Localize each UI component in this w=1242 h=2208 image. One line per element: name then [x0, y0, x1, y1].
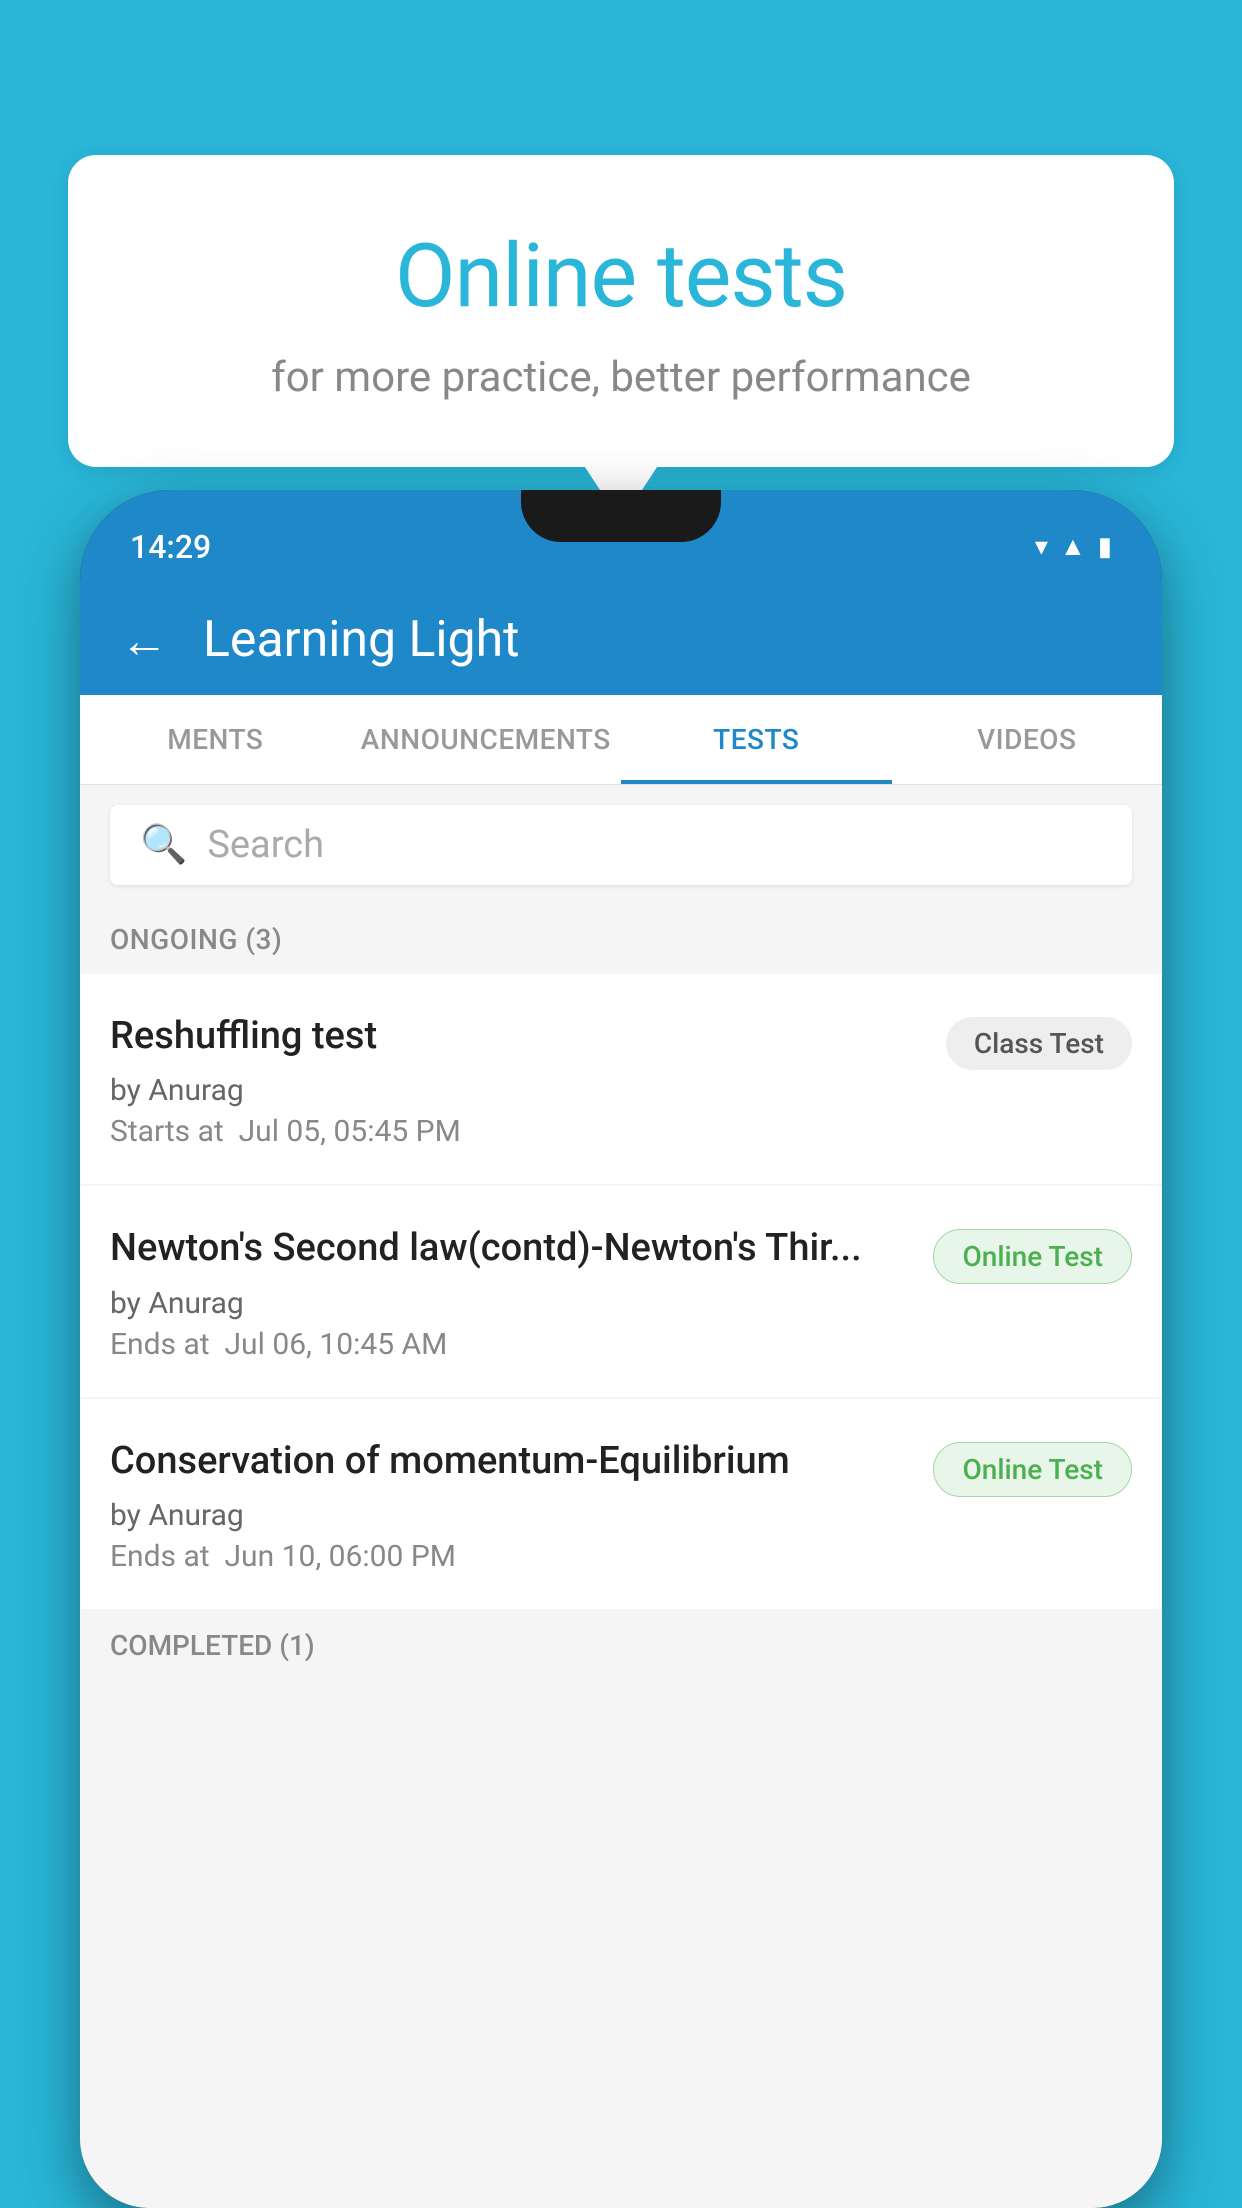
completed-section-header: COMPLETED (1) — [80, 1611, 1162, 1680]
test-info-2: Newton's Second law(contd)-Newton's Thir… — [110, 1224, 933, 1361]
test-info-1: Reshuffling test by Anurag Starts at Jul… — [110, 1012, 946, 1149]
status-bar: 14:29 ▾ ▲ ▮ — [80, 490, 1162, 585]
search-icon: 🔍 — [140, 823, 187, 867]
test-time-3: Ends at Jun 10, 06:00 PM — [110, 1539, 913, 1574]
test-item-3[interactable]: Conservation of momentum-Equilibrium by … — [80, 1399, 1162, 1609]
phone-frame: 14:29 ▾ ▲ ▮ ← Learning Light MENTS ANNOU… — [80, 490, 1162, 2208]
content-area: ONGOING (3) Reshuffling test by Anurag S… — [80, 905, 1162, 2208]
status-time: 14:29 — [130, 528, 211, 566]
search-bar[interactable]: 🔍 Search — [110, 805, 1132, 885]
badge-online-test-3: Online Test — [933, 1442, 1132, 1497]
test-item-1[interactable]: Reshuffling test by Anurag Starts at Jul… — [80, 974, 1162, 1184]
tab-announcements[interactable]: ANNOUNCEMENTS — [351, 695, 622, 784]
tab-tests[interactable]: TESTS — [621, 695, 892, 784]
search-container: 🔍 Search — [80, 785, 1162, 905]
test-name-2: Newton's Second law(contd)-Newton's Thir… — [110, 1224, 913, 1273]
app-title: Learning Light — [203, 611, 520, 669]
search-placeholder: Search — [207, 823, 324, 867]
test-time-2: Ends at Jul 06, 10:45 AM — [110, 1327, 913, 1362]
tab-bar: MENTS ANNOUNCEMENTS TESTS VIDEOS — [80, 695, 1162, 785]
wifi-icon: ▾ — [1035, 532, 1048, 562]
status-icons: ▾ ▲ ▮ — [1035, 531, 1112, 562]
signal-icon: ▲ — [1060, 531, 1086, 562]
speech-bubble-container: Online tests for more practice, better p… — [68, 155, 1174, 467]
test-name-3: Conservation of momentum-Equilibrium — [110, 1437, 913, 1486]
ongoing-section-header: ONGOING (3) — [80, 905, 1162, 974]
test-time-1: Starts at Jul 05, 05:45 PM — [110, 1114, 926, 1149]
badge-class-test-1: Class Test — [946, 1017, 1132, 1070]
back-button[interactable]: ← — [120, 612, 168, 669]
test-author-1: by Anurag — [110, 1073, 926, 1108]
tab-ments[interactable]: MENTS — [80, 695, 351, 784]
test-author-2: by Anurag — [110, 1286, 913, 1321]
test-item-2[interactable]: Newton's Second law(contd)-Newton's Thir… — [80, 1186, 1162, 1396]
speech-bubble: Online tests for more practice, better p… — [68, 155, 1174, 467]
app-header: ← Learning Light — [80, 585, 1162, 695]
battery-icon: ▮ — [1098, 532, 1112, 562]
bubble-subtitle: for more practice, better performance — [128, 353, 1114, 402]
test-info-3: Conservation of momentum-Equilibrium by … — [110, 1437, 933, 1574]
bubble-title: Online tests — [128, 225, 1114, 328]
badge-online-test-2: Online Test — [933, 1229, 1132, 1284]
phone-screen: ← Learning Light MENTS ANNOUNCEMENTS TES… — [80, 585, 1162, 2208]
test-name-1: Reshuffling test — [110, 1012, 926, 1061]
tab-videos[interactable]: VIDEOS — [892, 695, 1163, 784]
test-author-3: by Anurag — [110, 1498, 913, 1533]
